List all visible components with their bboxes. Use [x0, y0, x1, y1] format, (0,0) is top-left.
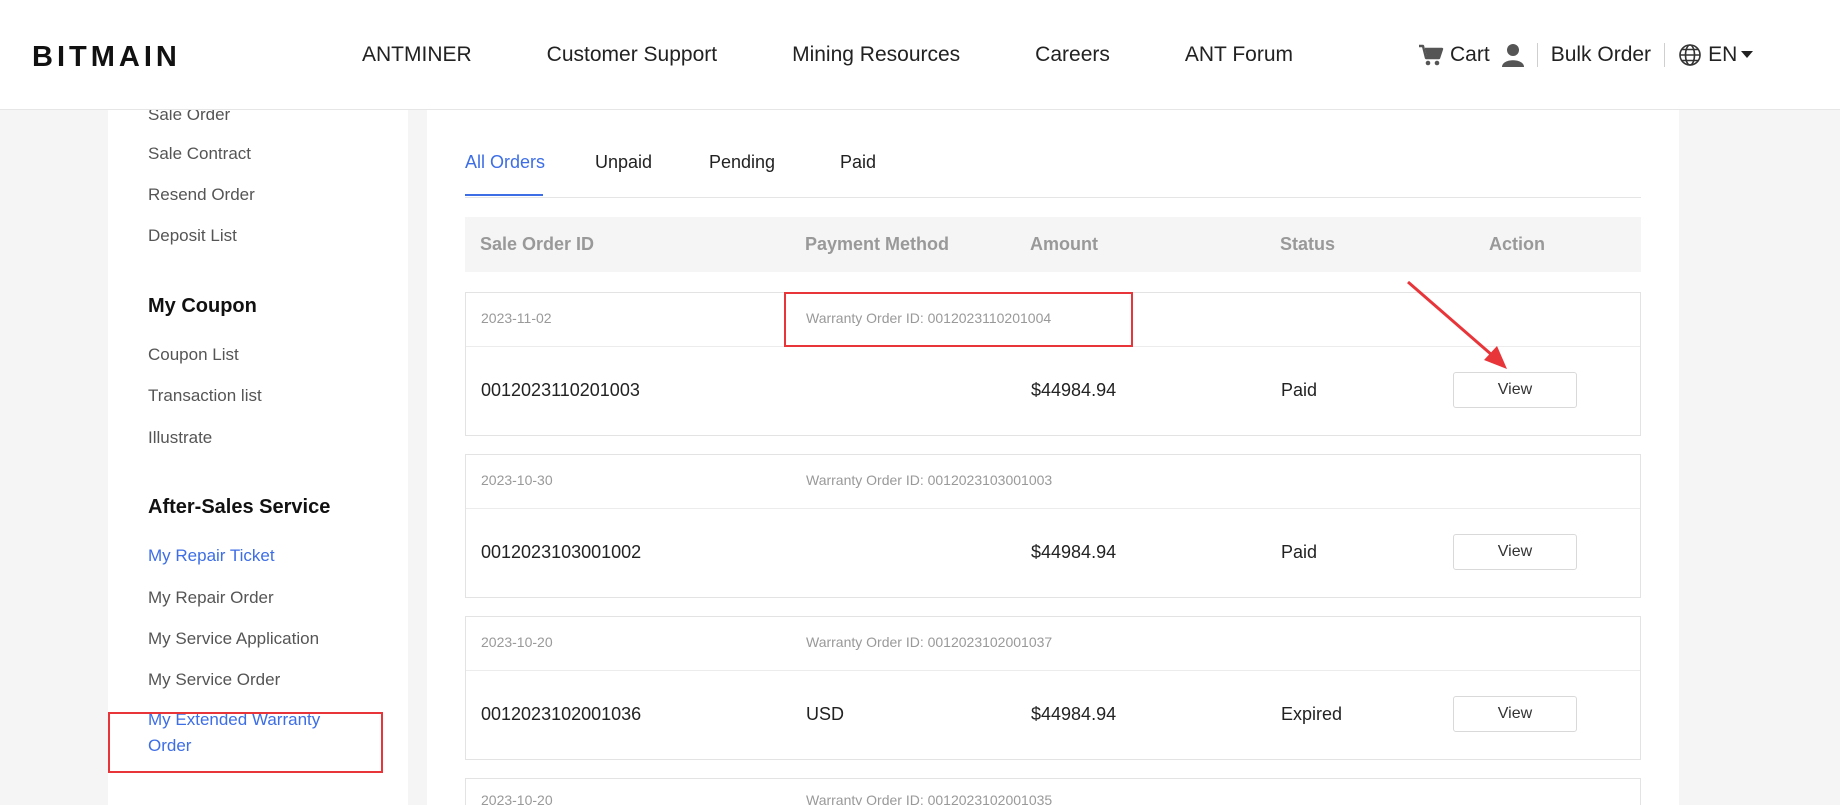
bulk-order-link[interactable]: Bulk Order: [1551, 43, 1651, 67]
sidebar-item-sale-order[interactable]: Sale Order: [148, 109, 230, 128]
cart-link[interactable]: Cart: [1418, 43, 1490, 67]
order-status: Expired: [1281, 704, 1343, 724]
view-order-button[interactable]: View: [1453, 534, 1577, 570]
warranty-order-id: Warranty Order ID: 0012023102001035: [806, 792, 1053, 805]
order-card-header: 2023-10-20 Warranty Order ID: 0012023102…: [466, 779, 1640, 805]
sidebar-item-my-repair-ticket[interactable]: My Repair Ticket: [148, 543, 275, 569]
nav-antminer[interactable]: ANTMINER: [362, 43, 472, 67]
nav-careers[interactable]: Careers: [1035, 43, 1110, 67]
top-header: BITMAIN ANTMINER Customer Support Mining…: [0, 0, 1840, 110]
sidebar-item-my-service-order[interactable]: My Service Order: [148, 667, 280, 693]
sale-order-id: 0012023103001002: [481, 542, 642, 562]
column-header-status: Status: [1280, 234, 1336, 254]
order-amount: $44984.94: [1031, 380, 1117, 400]
order-card: 2023-10-20 Warranty Order ID: 0012023102…: [465, 616, 1641, 760]
user-icon[interactable]: [1501, 43, 1524, 67]
order-status: Paid: [1281, 542, 1318, 562]
order-tabs: All Orders Unpaid Pending Paid: [465, 109, 1641, 198]
account-sidebar: Sale Order Sale Contract Resend Order De…: [108, 109, 408, 805]
order-status: Paid: [1281, 380, 1318, 400]
order-card: 2023-11-02 Warranty Order ID: 0012023110…: [465, 292, 1641, 436]
sidebar-item-coupon-list[interactable]: Coupon List: [148, 342, 239, 368]
order-card: 2023-10-20 Warranty Order ID: 0012023102…: [465, 778, 1641, 805]
nav-mining-resources[interactable]: Mining Resources: [792, 43, 960, 67]
sidebar-item-deposit-list[interactable]: Deposit List: [148, 223, 237, 249]
header-right-nav: Cart Bulk Order EN: [1418, 0, 1754, 109]
orders-panel: All Orders Unpaid Pending Paid Sale Orde…: [427, 109, 1679, 805]
payment-method: USD: [806, 704, 845, 724]
order-amount: $44984.94: [1031, 542, 1117, 562]
order-date: 2023-11-02: [481, 310, 552, 326]
tab-unpaid[interactable]: Unpaid: [595, 152, 652, 173]
sidebar-heading-my-coupon: My Coupon: [148, 295, 257, 317]
sidebar-item-my-repair-order[interactable]: My Repair Order: [148, 585, 274, 611]
column-header-action: Action: [1489, 234, 1545, 254]
svg-text:BITMAIN: BITMAIN: [32, 41, 181, 72]
language-label: EN: [1708, 42, 1738, 66]
table-row: 0012023103001002 $44984.94 Paid View: [466, 509, 1640, 597]
view-order-button[interactable]: View: [1453, 696, 1577, 732]
nav-customer-support[interactable]: Customer Support: [547, 43, 717, 67]
tab-pending[interactable]: Pending: [709, 152, 775, 173]
sidebar-item-transaction-list[interactable]: Transaction list: [148, 383, 262, 409]
sidebar-item-my-service-application[interactable]: My Service Application: [148, 626, 319, 652]
cart-icon: [1418, 43, 1444, 67]
order-date: 2023-10-30: [481, 472, 553, 488]
warranty-order-id: Warranty Order ID: 0012023102001037: [806, 634, 1053, 650]
order-date: 2023-10-20: [481, 792, 553, 805]
sidebar-item-illustrate[interactable]: Illustrate: [148, 425, 212, 451]
header-divider: [1536, 42, 1538, 67]
warranty-order-id: Warranty Order ID: 0012023110201004: [806, 310, 1052, 326]
nav-ant-forum[interactable]: ANT Forum: [1185, 43, 1293, 67]
column-header-payment-method: Payment Method: [805, 234, 950, 254]
globe-icon: [1678, 43, 1702, 67]
active-tab-indicator: [465, 194, 543, 196]
sidebar-item-resend-order[interactable]: Resend Order: [148, 182, 255, 208]
bitmain-logo[interactable]: BITMAIN: [32, 38, 208, 72]
main-nav: ANTMINER Customer Support Mining Resourc…: [362, 0, 1293, 109]
column-header-amount: Amount: [1030, 234, 1098, 254]
tab-all-orders[interactable]: All Orders: [465, 152, 545, 173]
order-date: 2023-10-20: [481, 634, 553, 650]
table-row: 0012023102001036 USD $44984.94 Expired V…: [466, 671, 1640, 759]
language-selector[interactable]: EN: [1678, 42, 1754, 67]
order-card-header: 2023-11-02 Warranty Order ID: 0012023110…: [466, 293, 1640, 347]
caret-down-icon: [1741, 50, 1754, 59]
table-header: Sale Order ID Payment Method Amount Stat…: [465, 217, 1641, 272]
sidebar-heading-after-sales: After-Sales Service: [148, 496, 331, 518]
sale-order-id: 0012023102001036: [481, 704, 642, 724]
view-order-button[interactable]: View: [1453, 372, 1577, 408]
cart-label: Cart: [1450, 42, 1490, 66]
sidebar-item-my-extended-warranty-order[interactable]: My Extended Warranty Order: [148, 707, 368, 759]
order-card-header: 2023-10-30 Warranty Order ID: 0012023103…: [466, 455, 1640, 509]
header-divider: [1664, 42, 1666, 67]
column-header-sale-order-id: Sale Order ID: [480, 234, 595, 254]
order-card: 2023-10-30 Warranty Order ID: 0012023103…: [465, 454, 1641, 598]
sidebar-item-sale-contract[interactable]: Sale Contract: [148, 141, 251, 167]
warranty-order-id: Warranty Order ID: 0012023103001003: [806, 472, 1053, 488]
sale-order-id: 0012023110201003: [481, 380, 640, 400]
table-row: 0012023110201003 $44984.94 Paid View: [466, 347, 1640, 435]
tab-paid[interactable]: Paid: [840, 152, 876, 173]
order-amount: $44984.94: [1031, 704, 1117, 724]
order-card-header: 2023-10-20 Warranty Order ID: 0012023102…: [466, 617, 1640, 671]
